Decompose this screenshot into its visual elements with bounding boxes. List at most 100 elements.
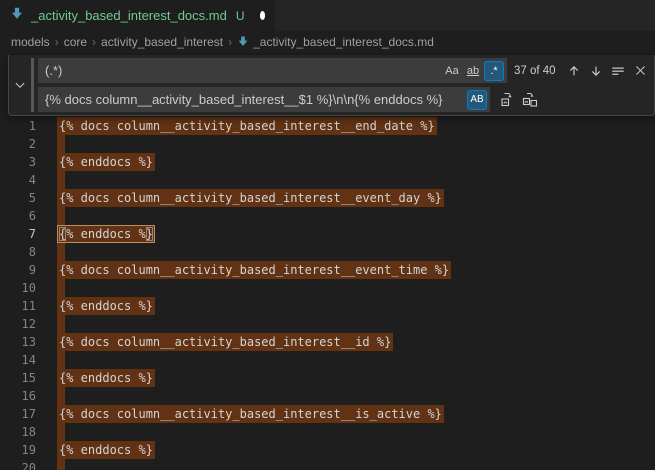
find-input[interactable] [38,58,441,83]
find-previous-button[interactable] [564,61,584,81]
find-widget-sash[interactable] [31,58,34,112]
code-text[interactable]: {% enddocs %} [59,441,155,459]
breadcrumb-item-models[interactable]: models [11,35,50,49]
code-line: 3 {% enddocs %} [0,153,655,171]
code-line: 6 [0,207,655,225]
line-number[interactable]: 13 [0,333,36,351]
git-status-badge: U [236,9,245,23]
line-number[interactable]: 3 [0,153,36,171]
modified-indicator[interactable] [260,11,265,20]
code-text[interactable] [59,207,65,225]
line-number[interactable]: 17 [0,405,36,423]
line-number[interactable]: 1 [0,117,36,135]
code-text[interactable] [59,459,65,470]
line-number[interactable]: 12 [0,315,36,333]
code-text[interactable] [59,315,65,333]
breadcrumb-item-activity_based_interest[interactable]: activity_based_interest [101,35,223,49]
code-line: 16 [0,387,655,405]
line-number[interactable]: 9 [0,261,36,279]
code-line: 14 [0,351,655,369]
breadcrumb-item-core[interactable]: core [64,35,87,49]
code-text[interactable]: {% docs column__activity_based_interest_… [59,405,444,423]
line-number[interactable]: 7 [0,225,36,243]
breadcrumb-separator: › [228,35,232,49]
code-text[interactable] [59,423,65,441]
preserve-case-toggle[interactable]: AB [467,90,487,110]
breadcrumb: models › core › activity_based_interest › _a… [0,31,655,53]
code-text[interactable] [59,243,65,261]
code-text[interactable] [59,135,65,153]
bracket-match: { [59,227,66,241]
line-number[interactable]: 20 [0,459,36,470]
match-case-toggle[interactable]: Aa [442,61,462,81]
markdown-file-icon [10,6,24,25]
code-text[interactable] [59,171,65,189]
code-text[interactable]: {% enddocs %} [59,297,155,315]
regex-toggle[interactable]: .* [484,61,504,81]
breadcrumb-separator: › [55,35,59,49]
replace-input[interactable] [38,87,466,112]
code-text[interactable]: {% enddocs %} [59,153,155,171]
code-line: 2 [0,135,655,153]
code-line: 5 {% docs column__activity_based_interest… [0,189,655,207]
code-line: 15 {% enddocs %} [0,369,655,387]
code-line: 7 {% enddocs %} [0,225,655,243]
code-line: 10 [0,279,655,297]
code-line: 13 {% docs column__activity_based_interes… [0,333,655,351]
code-line: 18 [0,423,655,441]
code-text[interactable] [59,279,65,297]
replace-button[interactable] [498,90,518,110]
find-next-button[interactable] [586,61,606,81]
line-number[interactable]: 18 [0,423,36,441]
line-number[interactable]: 14 [0,351,36,369]
code-line: 4 [0,171,655,189]
bracket-match: } [146,227,153,241]
code-text[interactable]: {% enddocs %} [59,225,155,243]
code-line: 17 {% docs column__activity_based_interes… [0,405,655,423]
line-number[interactable]: 11 [0,297,36,315]
code-line: 11 {% enddocs %} [0,297,655,315]
toggle-replace-button[interactable] [9,58,31,112]
code-text[interactable]: {% docs column__activity_based_interest_… [59,117,437,135]
line-number[interactable]: 6 [0,207,36,225]
tab-activity-based-interest-docs[interactable]: _activity_based_interest_docs.md U [0,0,275,31]
tab-bar: _activity_based_interest_docs.md U [0,0,655,31]
code-text[interactable] [59,351,65,369]
whole-word-toggle[interactable]: ab [463,61,483,81]
close-find-button[interactable] [630,61,650,81]
line-number[interactable]: 15 [0,369,36,387]
line-number[interactable]: 5 [0,189,36,207]
line-number[interactable]: 8 [0,243,36,261]
code-line: 12 [0,315,655,333]
breadcrumb-file[interactable]: _activity_based_interest_docs.md [237,35,434,50]
replace-icon [500,92,516,108]
selection-lines-icon [611,64,625,78]
replace-all-icon [522,92,538,108]
replace-all-button[interactable] [520,90,540,110]
find-replace-widget: Aa ab .* 37 of 40 [8,55,655,116]
line-number[interactable]: 2 [0,135,36,153]
line-number[interactable]: 4 [0,171,36,189]
code-text[interactable]: {% docs column__activity_based_interest_… [59,261,451,279]
line-number[interactable]: 10 [0,279,36,297]
tab-filename: _activity_based_interest_docs.md [31,8,227,23]
vscode-window: _activity_based_interest_docs.md U model… [0,0,655,470]
editor: Aa ab .* 37 of 40 [0,53,655,470]
code-line: 19 {% enddocs %} [0,441,655,459]
replace-row: AB [38,87,650,112]
code-text[interactable]: {% docs column__activity_based_interest_… [59,333,393,351]
arrow-up-icon [567,64,581,78]
code-text[interactable]: {% enddocs %} [59,369,155,387]
code-text[interactable]: {% docs column__activity_based_interest_… [59,189,444,207]
code-line: 8 [0,243,655,261]
find-in-selection-button[interactable] [608,61,628,81]
breadcrumb-filename: _activity_based_interest_docs.md [253,35,434,49]
line-number[interactable]: 16 [0,387,36,405]
code-text[interactable] [59,387,65,405]
code-line: 9 {% docs column__activity_based_interest… [0,261,655,279]
code-line: 1 {% docs column__activity_based_interest… [0,117,655,135]
arrow-down-icon [589,64,603,78]
line-number[interactable]: 19 [0,441,36,459]
chevron-down-icon [14,79,26,91]
breadcrumb-separator: › [92,35,96,49]
